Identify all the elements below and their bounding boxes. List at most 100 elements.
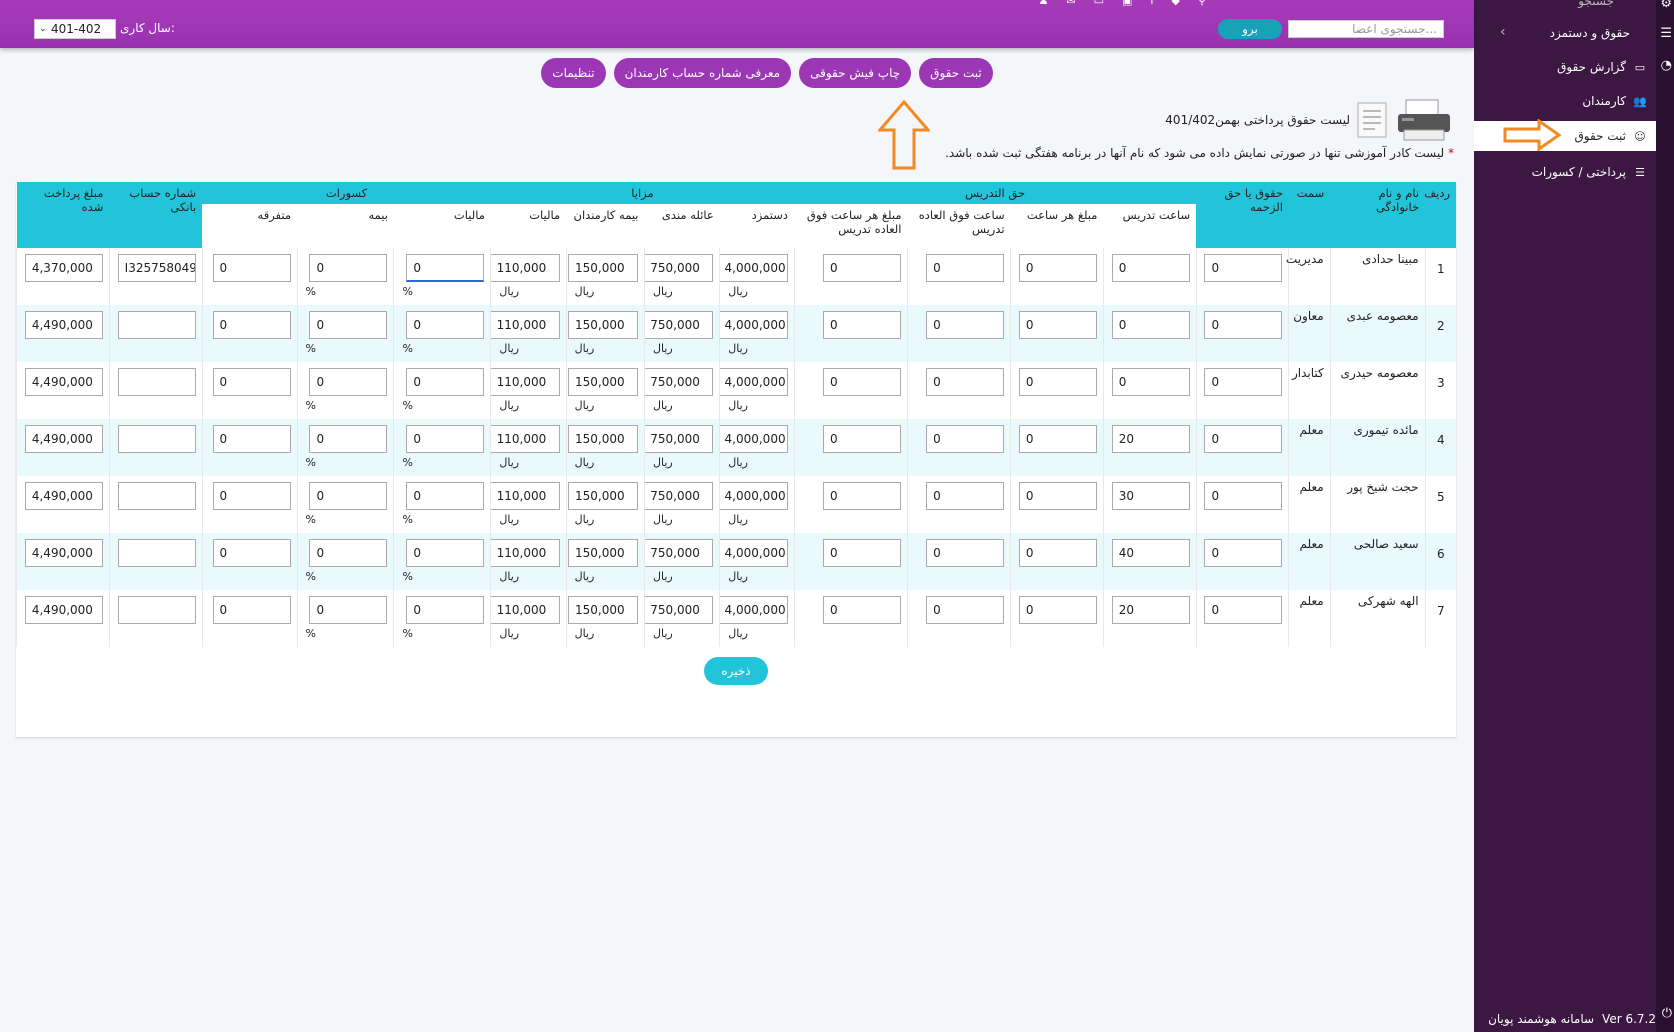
employee-bank-accounts-button[interactable]: معرفی شماره حساب کارمندان: [613, 58, 792, 88]
field-hours[interactable]: 30: [1111, 482, 1190, 510]
field-rate[interactable]: 0: [1018, 482, 1097, 510]
field-ot-rate[interactable]: 0: [822, 425, 901, 453]
field-paid[interactable]: 4,490,000: [24, 368, 103, 396]
field-account[interactable]: [117, 425, 196, 453]
field-rate[interactable]: 0: [1018, 368, 1097, 396]
field-hours[interactable]: 20: [1111, 425, 1190, 453]
field-paid[interactable]: 4,370,000: [24, 254, 103, 282]
header-toolbar-icons[interactable]: ♟✉▭▣i◆⚲: [1039, 0, 1224, 7]
field-wage[interactable]: 4,000,000: [717, 596, 788, 624]
field-rate[interactable]: 0: [1018, 311, 1097, 339]
field-hours[interactable]: 0: [1111, 311, 1190, 339]
sidebar-item-employees[interactable]: کارمندان 👥: [1474, 86, 1656, 116]
field-insurance[interactable]: 0: [309, 539, 388, 567]
field-misc[interactable]: 0: [212, 254, 291, 282]
field-wage[interactable]: 4,000,000: [717, 482, 788, 510]
field-misc[interactable]: 0: [212, 311, 291, 339]
field-misc[interactable]: 0: [212, 539, 291, 567]
field-tax[interactable]: 0: [406, 311, 485, 339]
field-paid[interactable]: 4,490,000: [24, 311, 103, 339]
field-tax-ben[interactable]: 110,000: [489, 539, 560, 567]
field-insurance[interactable]: 0: [309, 482, 388, 510]
field-wage[interactable]: 4,000,000: [717, 368, 788, 396]
field-misc[interactable]: 0: [212, 596, 291, 624]
field-family[interactable]: 750,000: [643, 482, 714, 510]
field-tax[interactable]: 0: [406, 254, 485, 282]
menu-icon[interactable]: ☰: [1660, 26, 1672, 41]
field-ot-hours[interactable]: 0: [926, 596, 1005, 624]
field-ot-hours[interactable]: 0: [926, 311, 1005, 339]
field-account[interactable]: I3257580490: [117, 254, 196, 282]
field-tax[interactable]: 0: [406, 482, 485, 510]
power-icon[interactable]: ⏻: [1662, 1006, 1672, 1021]
field-account[interactable]: [117, 596, 196, 624]
field-emp-ins[interactable]: 150,000: [568, 539, 639, 567]
field-ot-hours[interactable]: 0: [926, 539, 1005, 567]
field-misc[interactable]: 0: [212, 368, 291, 396]
field-insurance[interactable]: 0: [309, 368, 388, 396]
field-account[interactable]: [117, 539, 196, 567]
print-payslip-button[interactable]: چاپ فیش حقوقی: [799, 58, 912, 88]
field-hours[interactable]: 0: [1111, 254, 1190, 282]
field-emp-ins[interactable]: 150,000: [568, 254, 639, 282]
register-salary-button[interactable]: ثبت حقوق: [919, 58, 993, 88]
field-base[interactable]: 0: [1204, 368, 1283, 396]
field-tax-ben[interactable]: 110,000: [489, 482, 560, 510]
sidebar-section-payroll[interactable]: ‹ حقوق و دستمزد: [1474, 18, 1656, 48]
field-tax-ben[interactable]: 110,000: [489, 368, 560, 396]
field-insurance[interactable]: 0: [309, 596, 388, 624]
field-ot-rate[interactable]: 0: [822, 368, 901, 396]
field-base[interactable]: 0: [1204, 539, 1283, 567]
field-base[interactable]: 0: [1204, 311, 1283, 339]
sidebar-search[interactable]: جستجو: [1578, 0, 1614, 8]
field-emp-ins[interactable]: 150,000: [568, 482, 639, 510]
field-ot-hours[interactable]: 0: [926, 368, 1005, 396]
field-insurance[interactable]: 0: [309, 425, 388, 453]
field-family[interactable]: 750,000: [643, 425, 714, 453]
field-tax[interactable]: 0: [406, 368, 485, 396]
sidebar-item-payments-deductions[interactable]: پرداختی / کسورات ☰: [1474, 157, 1656, 187]
field-base[interactable]: 0: [1204, 596, 1283, 624]
settings-button[interactable]: تنظیمات: [541, 58, 606, 88]
field-paid[interactable]: 4,490,000: [24, 425, 103, 453]
field-wage[interactable]: 4,000,000: [717, 254, 788, 282]
field-family[interactable]: 750,000: [643, 596, 714, 624]
field-tax[interactable]: 0: [406, 596, 485, 624]
field-paid[interactable]: 4,490,000: [24, 539, 103, 567]
field-ot-hours[interactable]: 0: [926, 254, 1005, 282]
field-insurance[interactable]: 0: [309, 254, 388, 282]
sidebar-item-register-salary[interactable]: ثبت حقوق ☺: [1474, 121, 1656, 151]
field-hours[interactable]: 20: [1111, 596, 1190, 624]
field-paid[interactable]: 4,490,000: [24, 596, 103, 624]
field-hours[interactable]: 0: [1111, 368, 1190, 396]
field-hours[interactable]: 40: [1111, 539, 1190, 567]
field-wage[interactable]: 4,000,000: [717, 425, 788, 453]
field-misc[interactable]: 0: [212, 482, 291, 510]
field-insurance[interactable]: 0: [309, 311, 388, 339]
field-ot-rate[interactable]: 0: [822, 482, 901, 510]
sidebar-item-salary-report[interactable]: گزارش حقوق ▭: [1474, 52, 1656, 82]
field-rate[interactable]: 0: [1018, 596, 1097, 624]
field-tax[interactable]: 0: [406, 425, 485, 453]
field-misc[interactable]: 0: [212, 425, 291, 453]
save-button[interactable]: ذخیره: [704, 657, 768, 685]
field-emp-ins[interactable]: 150,000: [568, 311, 639, 339]
field-tax-ben[interactable]: 110,000: [489, 311, 560, 339]
field-base[interactable]: 0: [1204, 482, 1283, 510]
field-account[interactable]: [117, 368, 196, 396]
dashboard-icon[interactable]: ◔: [1661, 58, 1672, 73]
field-rate[interactable]: 0: [1018, 425, 1097, 453]
field-emp-ins[interactable]: 150,000: [568, 596, 639, 624]
field-tax-ben[interactable]: 110,000: [489, 425, 560, 453]
field-emp-ins[interactable]: 150,000: [568, 368, 639, 396]
field-ot-rate[interactable]: 0: [822, 254, 901, 282]
field-ot-rate[interactable]: 0: [822, 596, 901, 624]
field-paid[interactable]: 4,490,000: [24, 482, 103, 510]
field-base[interactable]: 0: [1204, 254, 1283, 282]
member-search-input[interactable]: جستجوی اعضا...: [1288, 20, 1444, 38]
settings-gear-icon[interactable]: ⚙: [1660, 0, 1672, 11]
field-ot-rate[interactable]: 0: [822, 539, 901, 567]
field-rate[interactable]: 0: [1018, 539, 1097, 567]
field-ot-rate[interactable]: 0: [822, 311, 901, 339]
field-wage[interactable]: 4,000,000: [717, 539, 788, 567]
